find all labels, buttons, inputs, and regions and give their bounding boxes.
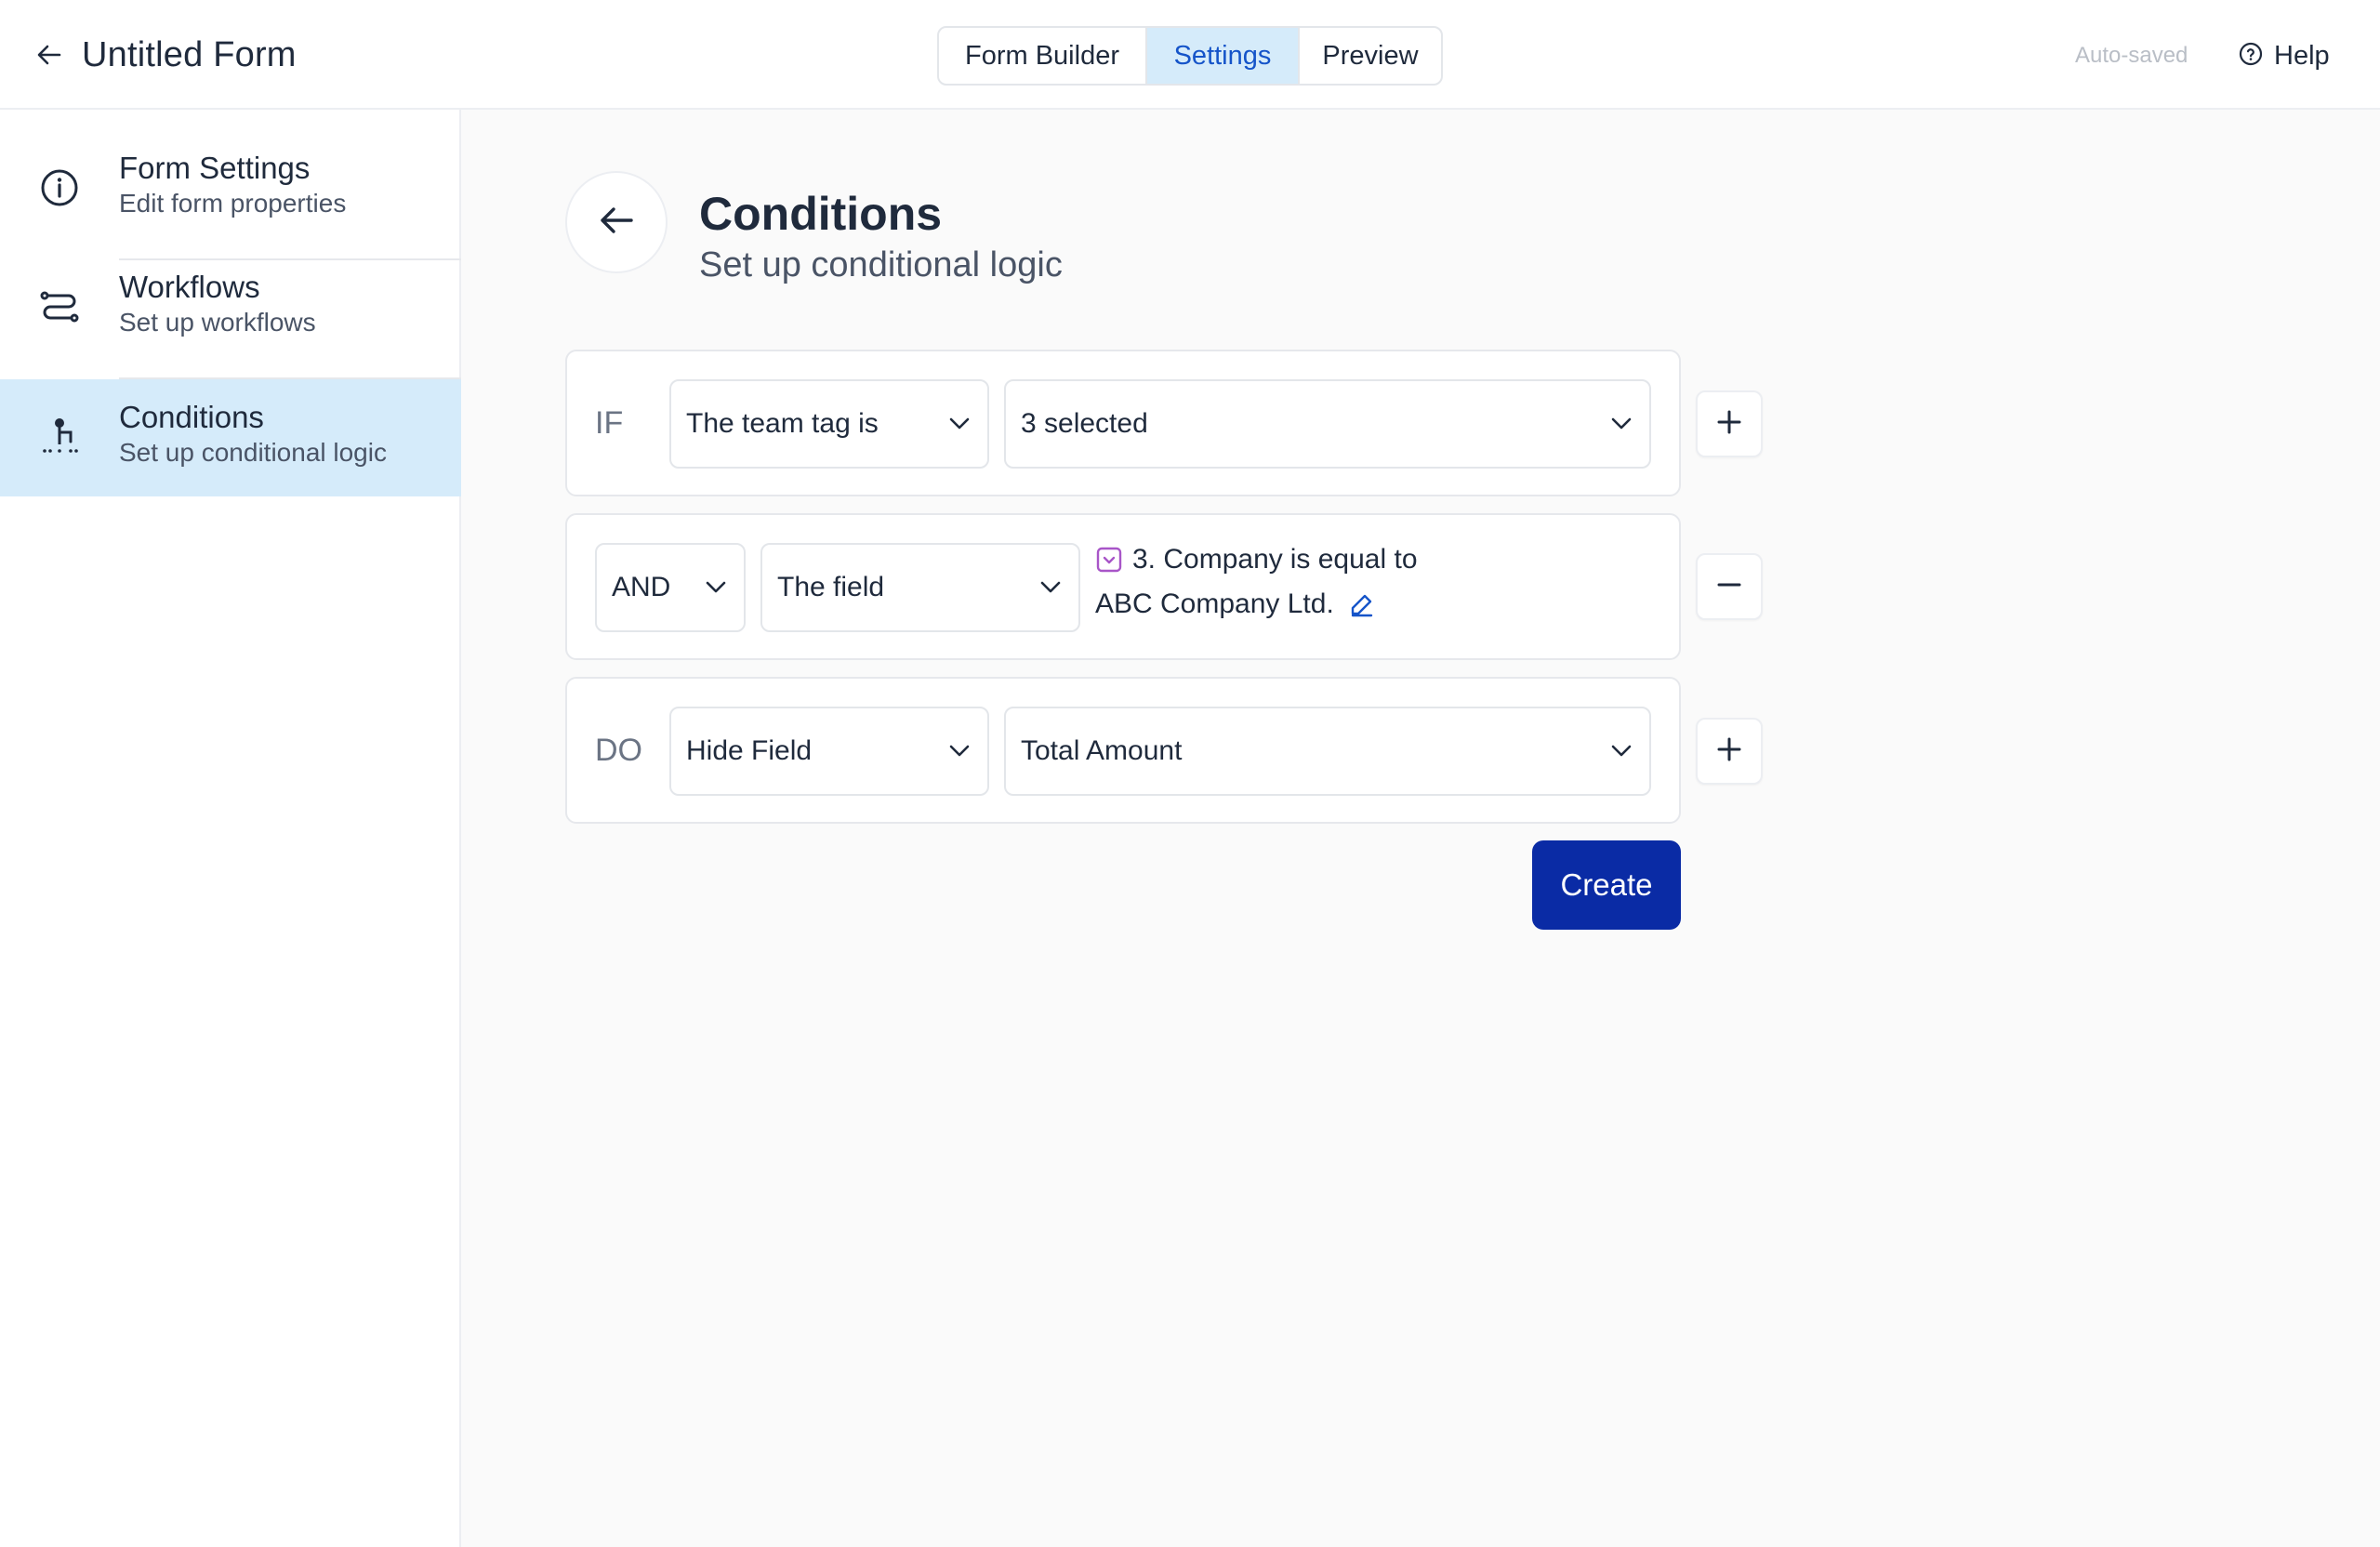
info-icon [37,165,82,210]
sidebar-item-subtitle: Set up workflows [119,308,316,337]
question-circle-icon [2239,42,2263,71]
select-value: The field [777,572,885,602]
do-action-select[interactable]: Hide Field [669,707,989,796]
chevron-down-icon [688,581,744,594]
minus-icon [1716,572,1742,602]
view-tabs: Form Builder Settings Preview [937,26,1443,86]
sidebar-item-title: Form Settings [119,151,311,185]
do-target-select[interactable]: Total Amount [1004,707,1651,796]
select-value: The team tag is [686,408,879,439]
autosave-status: Auto-saved [2075,43,2188,68]
arrow-left-icon [599,205,634,240]
form-title[interactable]: Untitled Form [82,32,297,78]
sidebar-item-form-settings[interactable]: Form Settings Edit form properties [0,130,461,247]
chevron-down-icon [932,417,987,430]
if-rule-card: IF The team tag is 3 selected [565,350,1681,496]
if-keyword: IF [595,405,624,441]
create-button[interactable]: Create [1532,840,1681,930]
and-rule-card: AND The field 3. Company is equal to ABC… [565,513,1681,660]
select-value: Hide Field [686,735,813,766]
edit-pencil-icon[interactable] [1349,591,1375,617]
sidebar-item-title: Conditions [119,400,264,434]
remove-condition-button[interactable] [1696,553,1763,620]
tab-form-builder[interactable]: Form Builder [939,28,1147,84]
and-connector-select[interactable]: AND [595,543,746,632]
chevron-down-icon [1023,581,1078,594]
select-value: AND [612,572,671,602]
if-operator-select[interactable]: The team tag is [669,379,989,469]
add-condition-button[interactable] [1696,390,1763,457]
plus-icon [1716,736,1742,767]
page-title: Conditions [699,188,943,240]
plus-icon [1716,409,1742,440]
settings-sidebar: Form Settings Edit form properties Workf… [0,110,461,1547]
select-value: 3 selected [1021,408,1148,439]
help-label: Help [2274,40,2330,71]
back-arrow-icon[interactable] [33,35,65,74]
sidebar-item-subtitle: Edit form properties [119,189,347,218]
top-bar: Untitled Form Form Builder Settings Prev… [0,0,2380,110]
conditions-icon [37,415,82,459]
do-keyword: DO [595,733,642,768]
tab-preview[interactable]: Preview [1298,28,1441,84]
sidebar-item-title: Workflows [119,270,260,304]
dropdown-field-icon [1095,546,1123,574]
sidebar-item-conditions[interactable]: Conditions Set up conditional logic [0,379,461,496]
chevron-down-icon [1593,417,1649,430]
sidebar-item-subtitle: Set up conditional logic [119,438,387,467]
page-subtitle: Set up conditional logic [699,245,1063,284]
condition-field-name: 3. Company [1132,544,1283,575]
add-action-button[interactable] [1696,718,1763,785]
condition-value: ABC Company Ltd. [1095,588,1334,619]
do-rule-card: DO Hide Field Total Amount [565,677,1681,824]
field-condition-summary: 3. Company is equal to ABC Company Ltd. [1095,537,1653,627]
condition-comparison: is equal to [1289,544,1418,575]
tab-settings[interactable]: Settings [1147,28,1298,84]
and-operator-select[interactable]: The field [760,543,1080,632]
chevron-down-icon [932,745,987,758]
sidebar-item-workflows[interactable]: Workflows Set up workflows [0,249,461,366]
select-value: Total Amount [1021,735,1183,766]
chevron-down-icon [1593,745,1649,758]
workflow-icon [37,284,82,329]
back-button[interactable] [565,171,668,273]
help-button[interactable]: Help [2239,37,2330,74]
if-value-select[interactable]: 3 selected [1004,379,1651,469]
